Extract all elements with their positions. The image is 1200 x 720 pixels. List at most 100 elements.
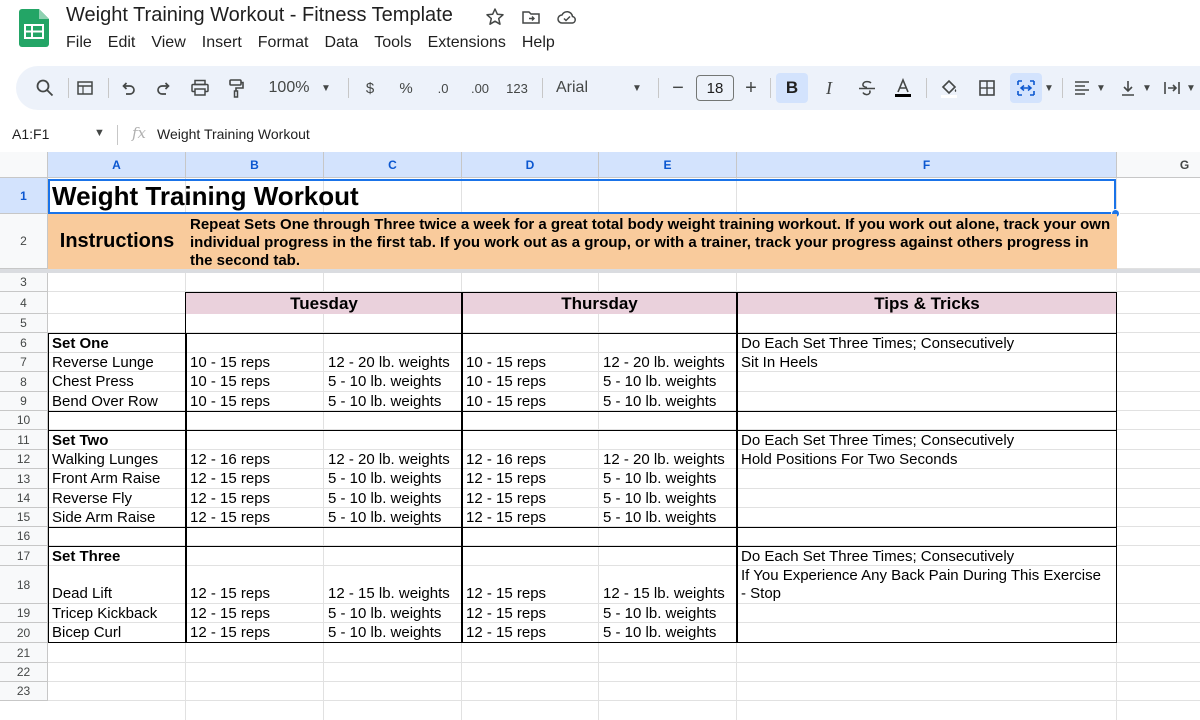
tuesday-weights[interactable]: 12 - 20 lb. weights xyxy=(324,450,454,469)
thursday-reps[interactable]: 12 - 16 reps xyxy=(462,450,550,469)
tuesday-reps[interactable]: 12 - 15 reps xyxy=(186,469,274,488)
increase-font-size-button[interactable]: + xyxy=(740,73,762,103)
tuesday-weights[interactable]: 5 - 10 lb. weights xyxy=(324,489,445,508)
thursday-weights[interactable]: 12 - 15 lb. weights xyxy=(599,584,729,603)
thursday-reps[interactable]: 12 - 15 reps xyxy=(462,604,550,623)
thursday-weights[interactable]: 5 - 10 lb. weights xyxy=(599,392,720,411)
thursday-reps[interactable]: 10 - 15 reps xyxy=(462,392,550,411)
move-folder-icon[interactable] xyxy=(520,6,542,28)
borders-icon[interactable] xyxy=(974,73,1000,103)
search-menus-icon[interactable] xyxy=(34,73,56,103)
tip-cell[interactable]: If You Experience Any Back Pain During T… xyxy=(737,566,1105,585)
set-name[interactable]: Set Two xyxy=(48,431,112,450)
spreadsheet-grid[interactable]: A B C D E F G 1 2 3 4 5 6 7 8 9 10 11 12 13 14 15 16 17 1… xyxy=(0,152,1200,720)
row-header-10[interactable]: 10 xyxy=(0,411,48,430)
row-header-15[interactable]: 15 xyxy=(0,508,48,527)
row-header-21[interactable]: 21 xyxy=(0,643,48,663)
tables-icon[interactable] xyxy=(74,73,96,103)
thursday-reps[interactable]: 12 - 15 reps xyxy=(462,489,550,508)
row-header-17[interactable]: 17 xyxy=(0,546,48,566)
bold-button[interactable]: B xyxy=(776,73,808,103)
thursday-weights[interactable]: 5 - 10 lb. weights xyxy=(599,489,720,508)
exercise-name[interactable]: Front Arm Raise xyxy=(48,469,164,488)
zoom-dropdown-icon[interactable]: ▼ xyxy=(318,73,334,103)
tip-cell[interactable]: Hold Positions For Two Seconds xyxy=(737,450,962,469)
horizontal-align-icon[interactable] xyxy=(1070,73,1094,103)
print-icon[interactable] xyxy=(188,73,212,103)
decrease-decimal-button[interactable]: .0 xyxy=(430,73,456,103)
row-header-2[interactable]: 2 xyxy=(0,214,48,269)
redo-icon[interactable] xyxy=(152,73,176,103)
menu-help[interactable]: Help xyxy=(514,32,563,54)
tip-cell[interactable]: Do Each Set Three Times; Consecutively xyxy=(737,547,1018,566)
tuesday-weights[interactable]: 5 - 10 lb. weights xyxy=(324,508,445,527)
merge-dropdown-icon[interactable]: ▼ xyxy=(1042,73,1056,103)
row-header-23[interactable]: 23 xyxy=(0,682,48,701)
column-header-c[interactable]: C xyxy=(324,152,462,178)
column-header-b[interactable]: B xyxy=(186,152,324,178)
row-header-18[interactable]: 18 xyxy=(0,566,48,604)
row-header-13[interactable]: 13 xyxy=(0,469,48,489)
row-header-19[interactable]: 19 xyxy=(0,604,48,623)
row-header-5[interactable]: 5 xyxy=(0,314,48,333)
exercise-name[interactable]: Tricep Kickback xyxy=(48,604,161,623)
column-header-e[interactable]: E xyxy=(599,152,737,178)
row-header-8[interactable]: 8 xyxy=(0,372,48,392)
tip-cell[interactable]: - Stop xyxy=(737,584,785,603)
document-title[interactable]: Weight Training Workout - Fitness Templa… xyxy=(66,4,453,27)
tuesday-reps[interactable]: 12 - 15 reps xyxy=(186,489,274,508)
align-dropdown-icon[interactable]: ▼ xyxy=(1094,73,1108,103)
tip-cell[interactable]: Do Each Set Three Times; Consecutively xyxy=(737,334,1018,353)
select-all-corner[interactable] xyxy=(0,152,48,178)
decrease-font-size-button[interactable]: − xyxy=(668,73,688,103)
tuesday-reps[interactable]: 12 - 15 reps xyxy=(186,604,274,623)
name-box[interactable]: A1:F1 xyxy=(12,126,49,142)
thursday-weights[interactable]: 5 - 10 lb. weights xyxy=(599,372,720,391)
exercise-name[interactable]: Reverse Fly xyxy=(48,489,136,508)
row-header-22[interactable]: 22 xyxy=(0,663,48,682)
row-header-1[interactable]: 1 xyxy=(0,178,48,214)
thursday-reps[interactable]: 12 - 15 reps xyxy=(462,469,550,488)
menu-edit[interactable]: Edit xyxy=(100,32,144,54)
vertical-align-icon[interactable] xyxy=(1116,73,1140,103)
row-header-9[interactable]: 9 xyxy=(0,392,48,411)
row-header-14[interactable]: 14 xyxy=(0,489,48,508)
exercise-name[interactable]: Dead Lift xyxy=(48,584,116,603)
font-family-select[interactable]: Arial xyxy=(556,73,616,103)
menu-tools[interactable]: Tools xyxy=(366,32,419,54)
tuesday-reps[interactable]: 10 - 15 reps xyxy=(186,353,274,372)
tuesday-weights[interactable]: 5 - 10 lb. weights xyxy=(324,469,445,488)
thursday-reps[interactable]: 10 - 15 reps xyxy=(462,353,550,372)
text-color-icon[interactable] xyxy=(890,73,916,103)
menu-insert[interactable]: Insert xyxy=(194,32,250,54)
tuesday-reps[interactable]: 12 - 15 reps xyxy=(186,508,274,527)
wrap-dropdown-icon[interactable]: ▼ xyxy=(1184,73,1198,103)
exercise-name[interactable]: Bend Over Row xyxy=(48,392,162,411)
percent-format-button[interactable]: % xyxy=(396,73,416,103)
more-formats-button[interactable]: 123 xyxy=(502,73,532,103)
set-name[interactable]: Set One xyxy=(48,334,113,353)
row-header-16[interactable]: 16 xyxy=(0,527,48,546)
column-header-d[interactable]: D xyxy=(462,152,599,178)
row-header-11[interactable]: 11 xyxy=(0,430,48,450)
instructions-label[interactable]: Instructions xyxy=(48,214,186,269)
thursday-weights[interactable]: 12 - 20 lb. weights xyxy=(599,353,729,372)
tuesday-weights[interactable]: 12 - 15 lb. weights xyxy=(324,584,454,603)
exercise-name[interactable]: Side Arm Raise xyxy=(48,508,159,527)
thursday-reps[interactable]: 12 - 15 reps xyxy=(462,584,550,603)
tuesday-reps[interactable]: 10 - 15 reps xyxy=(186,372,274,391)
row-header-6[interactable]: 6 xyxy=(0,333,48,353)
tuesday-weights[interactable]: 5 - 10 lb. weights xyxy=(324,623,445,642)
paint-format-icon[interactable] xyxy=(224,73,248,103)
tuesday-weights[interactable]: 5 - 10 lb. weights xyxy=(324,372,445,391)
cloud-saved-icon[interactable] xyxy=(556,6,578,28)
tuesday-reps[interactable]: 12 - 15 reps xyxy=(186,584,274,603)
tip-cell[interactable]: Do Each Set Three Times; Consecutively xyxy=(737,431,1018,450)
thursday-weights[interactable]: 5 - 10 lb. weights xyxy=(599,623,720,642)
font-dropdown-icon[interactable]: ▼ xyxy=(630,73,644,103)
thursday-weights[interactable]: 5 - 10 lb. weights xyxy=(599,469,720,488)
thursday-weights[interactable]: 5 - 10 lb. weights xyxy=(599,508,720,527)
column-header-g[interactable]: G xyxy=(1117,152,1200,178)
tip-cell[interactable]: Sit In Heels xyxy=(737,353,822,372)
menu-format[interactable]: Format xyxy=(250,32,317,54)
